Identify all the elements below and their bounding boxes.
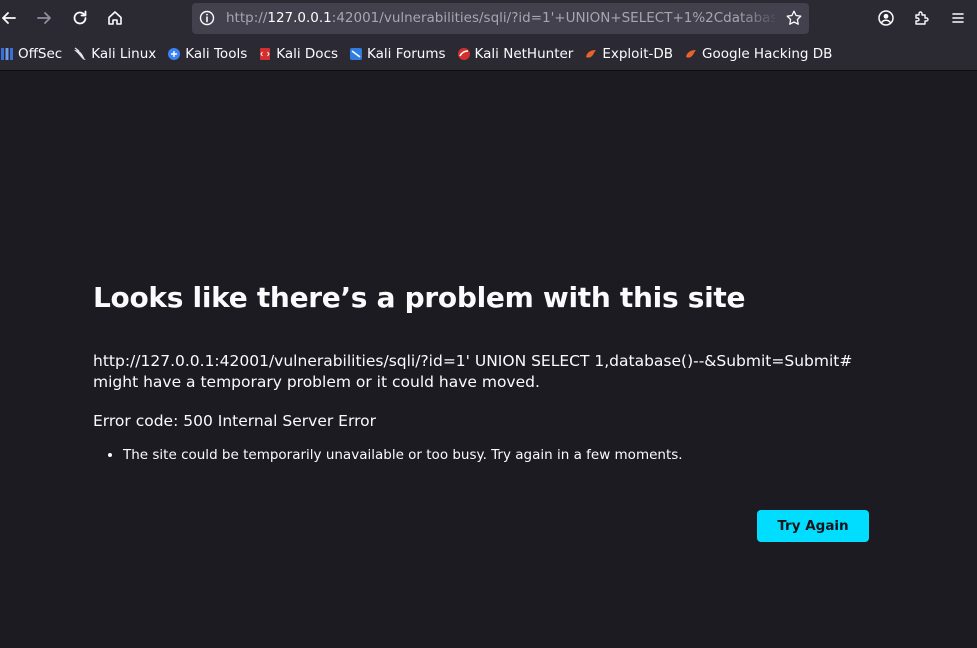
kali-forums-icon [350, 47, 363, 60]
bookmark-label: Kali Linux [91, 45, 157, 62]
try-again-button[interactable]: Try Again [757, 510, 869, 542]
bookmark-label: Exploit-DB [602, 45, 674, 62]
error-desc-line: might have a temporary problem or it cou… [93, 373, 540, 391]
bookmark-kali-docs[interactable]: Kali Docs [254, 42, 342, 66]
error-code: Error code: 500 Internal Server Error [93, 412, 376, 430]
bookmark-offsec[interactable]: OffSec [0, 42, 66, 66]
bookmark-label: Kali Docs [276, 45, 339, 62]
bookmarks-toolbar: OffSec Kali Linux Kali Tools Kali Docs K… [0, 37, 977, 71]
url-rest: :42001/vulnerabilities/sqli/?id=1'+UNION… [331, 10, 775, 26]
star-icon[interactable] [785, 9, 803, 27]
url-host: 127.0.0.1 [267, 10, 332, 26]
list-item: The site could be temporarily unavailabl… [123, 446, 893, 464]
url-bar[interactable]: http://127.0.0.1:42001/vulnerabilities/s… [192, 3, 809, 34]
arrow-right-icon [37, 12, 51, 24]
hamburger-menu-icon [952, 13, 964, 23]
home-icon [108, 11, 122, 25]
kali-docs-icon [260, 47, 271, 60]
page-title: Looks like there’s a problem with this s… [93, 281, 746, 314]
kali-tools-icon [168, 47, 181, 60]
extensions-button[interactable] [908, 4, 936, 32]
account-button[interactable] [872, 4, 900, 32]
arrow-left-icon [2, 12, 16, 24]
reload-button[interactable] [66, 4, 94, 32]
reload-icon [73, 10, 87, 25]
info-icon[interactable] [198, 9, 216, 27]
url-text[interactable]: http://127.0.0.1:42001/vulnerabilities/s… [226, 10, 775, 27]
account-icon [878, 10, 894, 26]
bookmark-label: Google Hacking DB [702, 45, 833, 62]
url-fade [739, 3, 779, 34]
bookmark-label: Kali Forums [367, 45, 446, 62]
nethunter-icon [457, 47, 470, 60]
browser-toolbar: http://127.0.0.1:42001/vulnerabilities/s… [0, 0, 977, 37]
ghdb-icon [686, 49, 697, 58]
kali-dragon-icon [74, 47, 87, 60]
bookmark-kali-tools[interactable]: Kali Tools [163, 42, 251, 66]
bookmark-kali-forums[interactable]: Kali Forums [345, 42, 450, 66]
puzzle-icon [915, 11, 929, 25]
error-url: http://127.0.0.1:42001/vulnerabilities/s… [93, 352, 853, 370]
error-description: http://127.0.0.1:42001/vulnerabilities/s… [93, 351, 893, 393]
offsec-icon [1, 47, 13, 60]
bookmark-label: Kali Tools [185, 45, 248, 62]
url-prefix: http:// [226, 10, 268, 26]
bookmark-google-hacking-db[interactable]: Google Hacking DB [680, 42, 836, 66]
bookmark-label: Kali NetHunter [474, 45, 574, 62]
menu-button[interactable] [944, 4, 972, 32]
bookmark-kali-linux[interactable]: Kali Linux [69, 42, 160, 66]
home-button[interactable] [101, 4, 129, 32]
bookmark-label: OffSec [18, 45, 63, 62]
back-button[interactable] [0, 4, 23, 32]
error-content: Looks like there’s a problem with this s… [93, 278, 893, 464]
bookmark-kali-nethunter[interactable]: Kali NetHunter [453, 42, 578, 66]
forward-button[interactable] [30, 4, 58, 32]
bookmark-exploit-db[interactable]: Exploit-DB [580, 42, 677, 66]
exploit-db-icon [586, 49, 597, 58]
suggestion-list: The site could be temporarily unavailabl… [93, 446, 893, 464]
